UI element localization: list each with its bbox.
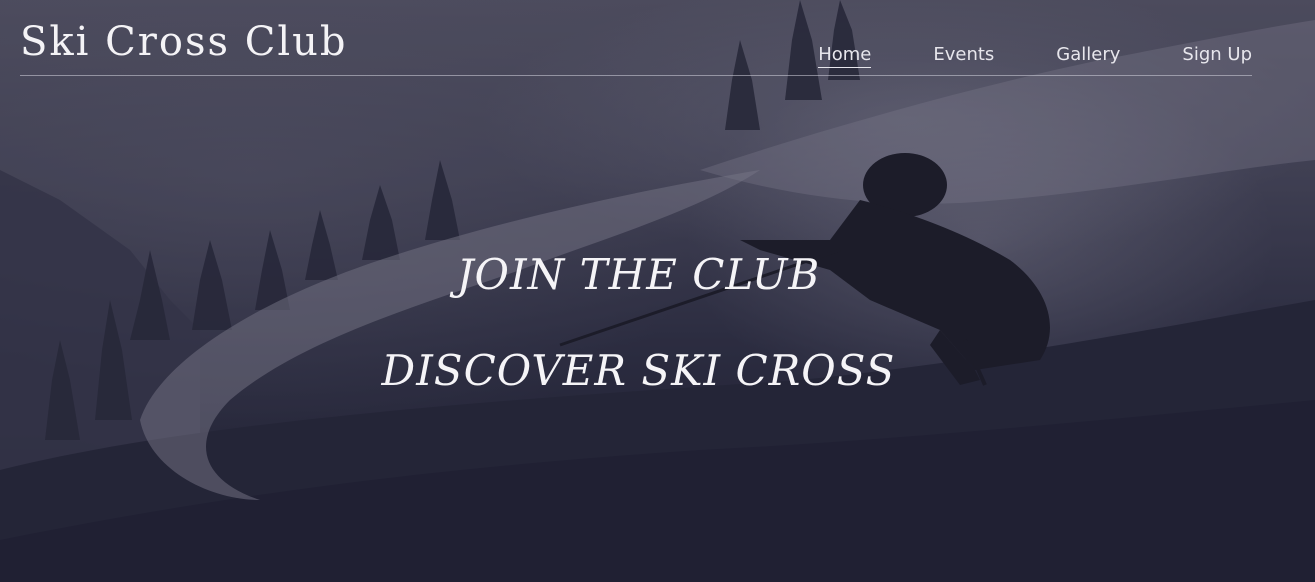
hero-headline-join: JOIN THE CLUB — [456, 250, 821, 299]
site-logo[interactable]: Ski Cross Club — [20, 22, 348, 62]
nav-gallery-link[interactable]: Gallery — [1056, 46, 1120, 68]
site-header: Ski Cross Club Home Events Gallery Sign … — [20, 0, 1252, 76]
hero-banner: Ski Cross Club Home Events Gallery Sign … — [0, 0, 1315, 582]
nav-events-link[interactable]: Events — [933, 46, 994, 68]
nav-home-link[interactable]: Home — [818, 46, 872, 68]
main-nav: Home Events Gallery Sign Up — [756, 46, 1252, 68]
hero-headline-discover: DISCOVER SKI CROSS — [381, 346, 896, 395]
nav-sign-up-link[interactable]: Sign Up — [1182, 46, 1252, 68]
